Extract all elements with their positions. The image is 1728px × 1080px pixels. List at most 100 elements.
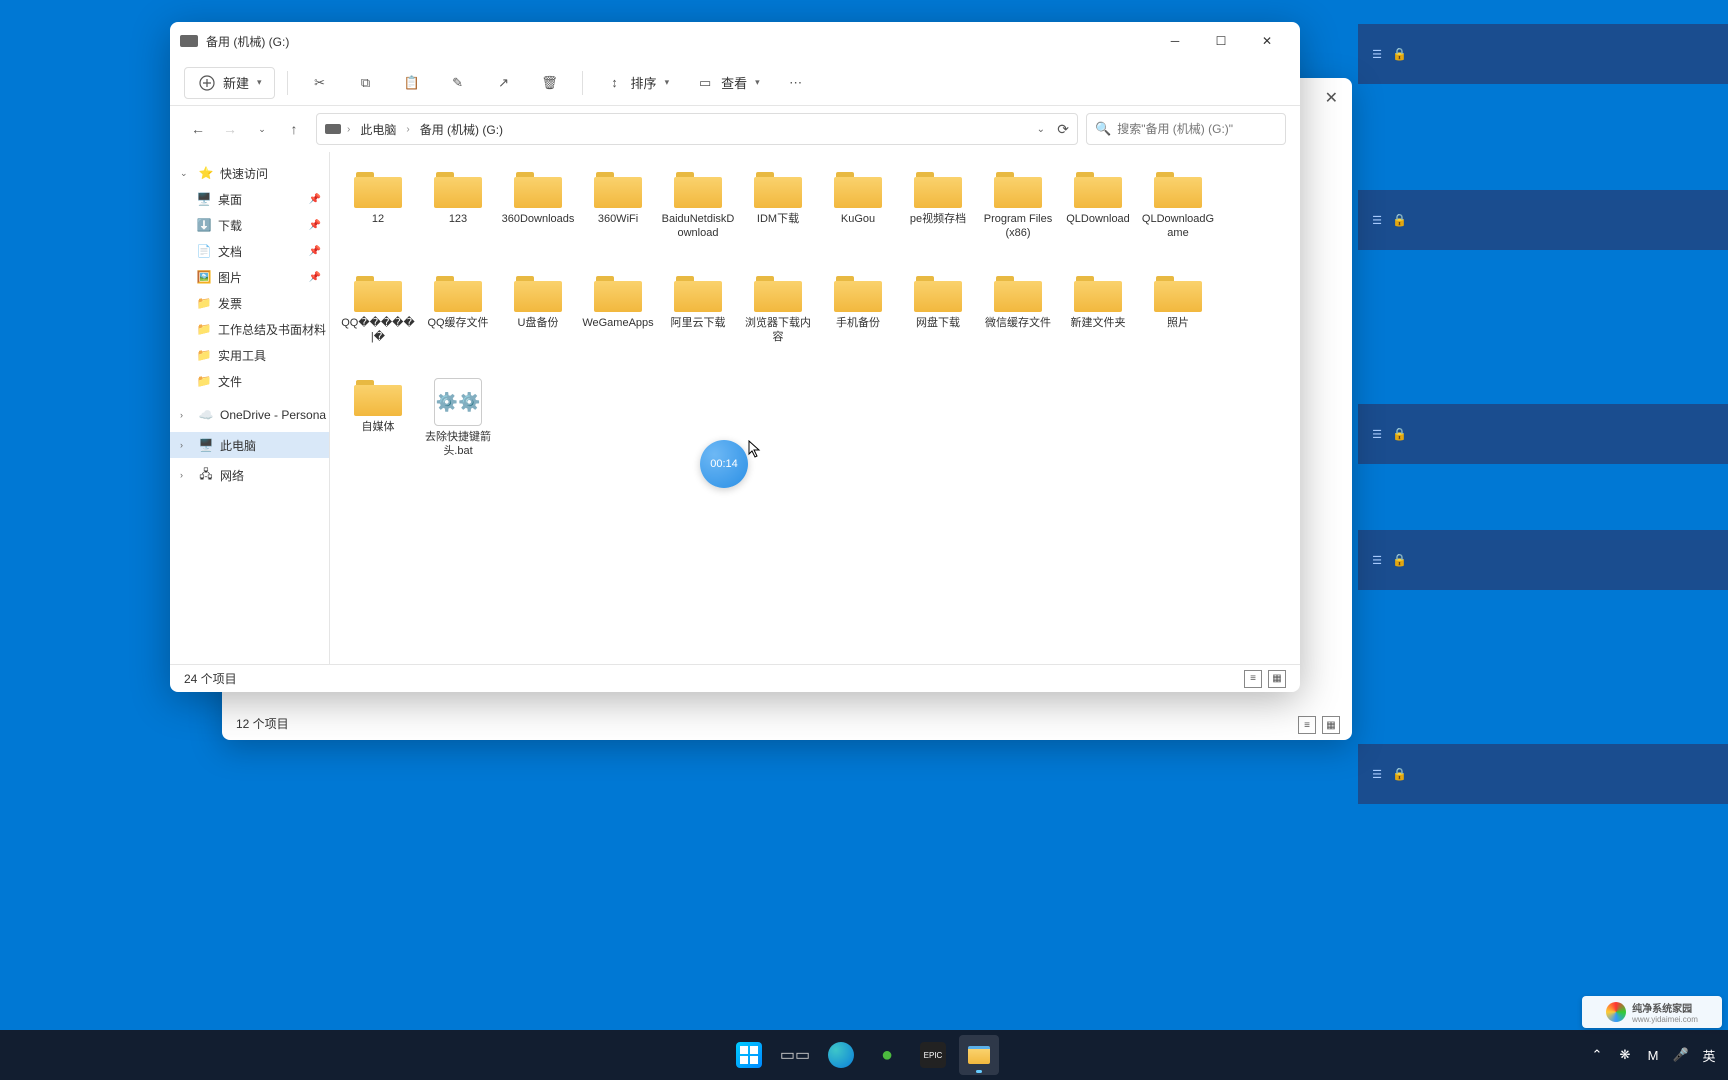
cut-button[interactable]: ✂ (300, 67, 340, 99)
folder-item[interactable]: 360Downloads (498, 164, 578, 268)
tray-mic-icon[interactable]: 🎤 (1672, 1046, 1690, 1064)
sidebar-item-label: 文件 (218, 373, 242, 390)
ime-indicator[interactable]: 英 (1700, 1046, 1718, 1064)
tray-app-icon[interactable]: ❋ (1616, 1046, 1634, 1064)
folder-item[interactable]: IDM下载 (738, 164, 818, 268)
toolbar: 新建 ▾ ✂ ⧉ 📋 ✎ ↗ 🗑 ↕ 排序 ▾ ▭ 查看 ▾ ⋯ (170, 60, 1300, 106)
large-icons-view-icon[interactable]: ▦ (1322, 716, 1340, 734)
chevron-down-icon[interactable]: ⌄ (180, 168, 192, 179)
view-icon: ▭ (695, 73, 715, 93)
sort-button[interactable]: ↕ 排序 ▾ (595, 67, 680, 99)
rename-icon: ✎ (448, 73, 468, 93)
sidebar-item[interactable]: 🖼️ 图片 📌 (170, 264, 329, 290)
epic-button[interactable]: EPIC (913, 1035, 953, 1075)
list-icon: ☰ (1370, 767, 1384, 781)
window-title: 备用 (机械) (G:) (206, 33, 289, 50)
status-count: 24 个项目 (184, 670, 237, 687)
breadcrumb-item[interactable]: 备用 (机械) (G:) (416, 121, 507, 138)
start-button[interactable] (729, 1035, 769, 1075)
chevron-right-icon[interactable]: › (180, 440, 192, 450)
new-button[interactable]: 新建 ▾ (184, 67, 275, 99)
tray-up-icon[interactable]: ⌃ (1588, 1046, 1606, 1064)
edge-button[interactable] (821, 1035, 861, 1075)
sidebar-item[interactable]: ⬇️ 下载 📌 (170, 212, 329, 238)
sidebar-item[interactable]: 📄 文档 📌 (170, 238, 329, 264)
file-item[interactable]: ⚙️⚙️ 去除快捷键箭头.bat (418, 372, 498, 476)
folder-item[interactable]: 123 (418, 164, 498, 268)
sidebar-item-label: 工作总结及书面材料 (218, 321, 326, 338)
folder-item[interactable]: WeGameApps (578, 268, 658, 372)
folder-label: 123 (449, 212, 467, 226)
chevron-right-icon[interactable]: › (180, 470, 192, 480)
maximize-button[interactable]: ☐ (1198, 22, 1244, 60)
recent-button[interactable]: ⌄ (248, 115, 276, 143)
folder-icon (514, 274, 562, 312)
view-button[interactable]: ▭ 查看 ▾ (685, 67, 770, 99)
up-button[interactable]: ↑ (280, 115, 308, 143)
folder-item[interactable]: 照片 (1138, 268, 1218, 372)
explorer-button[interactable] (959, 1035, 999, 1075)
search-input[interactable] (1117, 122, 1277, 136)
refresh-button[interactable]: ⟳ (1057, 121, 1069, 138)
sort-label: 排序 (631, 73, 657, 92)
back-button[interactable]: ← (184, 115, 212, 143)
paste-button[interactable]: 📋 (392, 67, 432, 99)
folder-item[interactable]: 手机备份 (818, 268, 898, 372)
folder-item[interactable]: QLDownload (1058, 164, 1138, 268)
tray-m-icon[interactable]: M (1644, 1046, 1662, 1064)
details-view-icon[interactable]: ≡ (1298, 716, 1316, 734)
close-button[interactable]: ✕ (1244, 22, 1290, 60)
more-button[interactable]: ⋯ (776, 67, 816, 99)
sidebar-item-label: 实用工具 (218, 347, 266, 364)
sidebar-network[interactable]: › 🖧 网络 (170, 462, 329, 488)
forward-button[interactable]: → (216, 115, 244, 143)
rename-button[interactable]: ✎ (438, 67, 478, 99)
sidebar-this-pc[interactable]: › 🖥️ 此电脑 (170, 432, 329, 458)
copy-button[interactable]: ⧉ (346, 67, 386, 99)
folder-icon (354, 274, 402, 312)
folder-item[interactable]: 新建文件夹 (1058, 268, 1138, 372)
bg-panel-5: ☰ 🔒 (1358, 744, 1728, 804)
folder-item[interactable]: 360WiFi (578, 164, 658, 268)
sidebar-item[interactable]: 🖥️ 桌面 📌 (170, 186, 329, 212)
watermark-url: www.yidaimei.com (1632, 1015, 1698, 1024)
sidebar-item[interactable]: 📁 实用工具 (170, 342, 329, 368)
sidebar-quick-access[interactable]: ⌄ ⭐ 快速访问 (170, 160, 329, 186)
sidebar-item[interactable]: 📁 发票 (170, 290, 329, 316)
folder-item[interactable]: QQ缓存文件 (418, 268, 498, 372)
search-box[interactable]: 🔍 (1086, 113, 1286, 145)
minimize-button[interactable]: ─ (1152, 22, 1198, 60)
folder-grid[interactable]: 12 123 360Downloads 360WiFi BaiduNetdisk… (330, 152, 1300, 664)
folder-item[interactable]: 阿里云下载 (658, 268, 738, 372)
folder-item[interactable]: 网盘下载 (898, 268, 978, 372)
titlebar[interactable]: 备用 (机械) (G:) ─ ☐ ✕ (170, 22, 1300, 60)
folder-item[interactable]: KuGou (818, 164, 898, 268)
folder-item[interactable]: U盘备份 (498, 268, 578, 372)
chevron-down-icon[interactable]: ⌄ (1037, 124, 1045, 135)
folder-item[interactable]: pe视频存档 (898, 164, 978, 268)
large-icons-view-icon[interactable]: ▦ (1268, 670, 1286, 688)
share-button[interactable]: ↗ (484, 67, 524, 99)
sidebar-onedrive[interactable]: › ☁️ OneDrive - Persona (170, 402, 329, 428)
wechat-button[interactable]: ● (867, 1035, 907, 1075)
chevron-right-icon[interactable]: › (180, 410, 192, 420)
folder-item[interactable]: BaiduNetdiskDownload (658, 164, 738, 268)
breadcrumb-item[interactable]: 此电脑 (356, 121, 400, 138)
sidebar-item[interactable]: 📁 工作总结及书面材料 (170, 316, 329, 342)
details-view-icon[interactable]: ≡ (1244, 670, 1262, 688)
folder-icon (754, 274, 802, 312)
address-bar[interactable]: › 此电脑 › 备用 (机械) (G:) ⌄ ⟳ (316, 113, 1078, 145)
folder-item[interactable]: Program Files (x86) (978, 164, 1058, 268)
folder-item[interactable]: QQ�����|� (338, 268, 418, 372)
folder-item[interactable]: 浏览器下载内容 (738, 268, 818, 372)
lock-icon: 🔒 (1392, 213, 1407, 227)
folder-item[interactable]: QLDownloadGame (1138, 164, 1218, 268)
folder-item[interactable]: 微信缓存文件 (978, 268, 1058, 372)
folder-label: 浏览器下载内容 (740, 316, 816, 344)
close-icon[interactable]: ✕ (1325, 88, 1338, 108)
delete-button[interactable]: 🗑 (530, 67, 570, 99)
task-view-button[interactable]: ▭▭ (775, 1035, 815, 1075)
folder-item[interactable]: 自媒体 (338, 372, 418, 476)
folder-item[interactable]: 12 (338, 164, 418, 268)
sidebar-item[interactable]: 📁 文件 (170, 368, 329, 394)
